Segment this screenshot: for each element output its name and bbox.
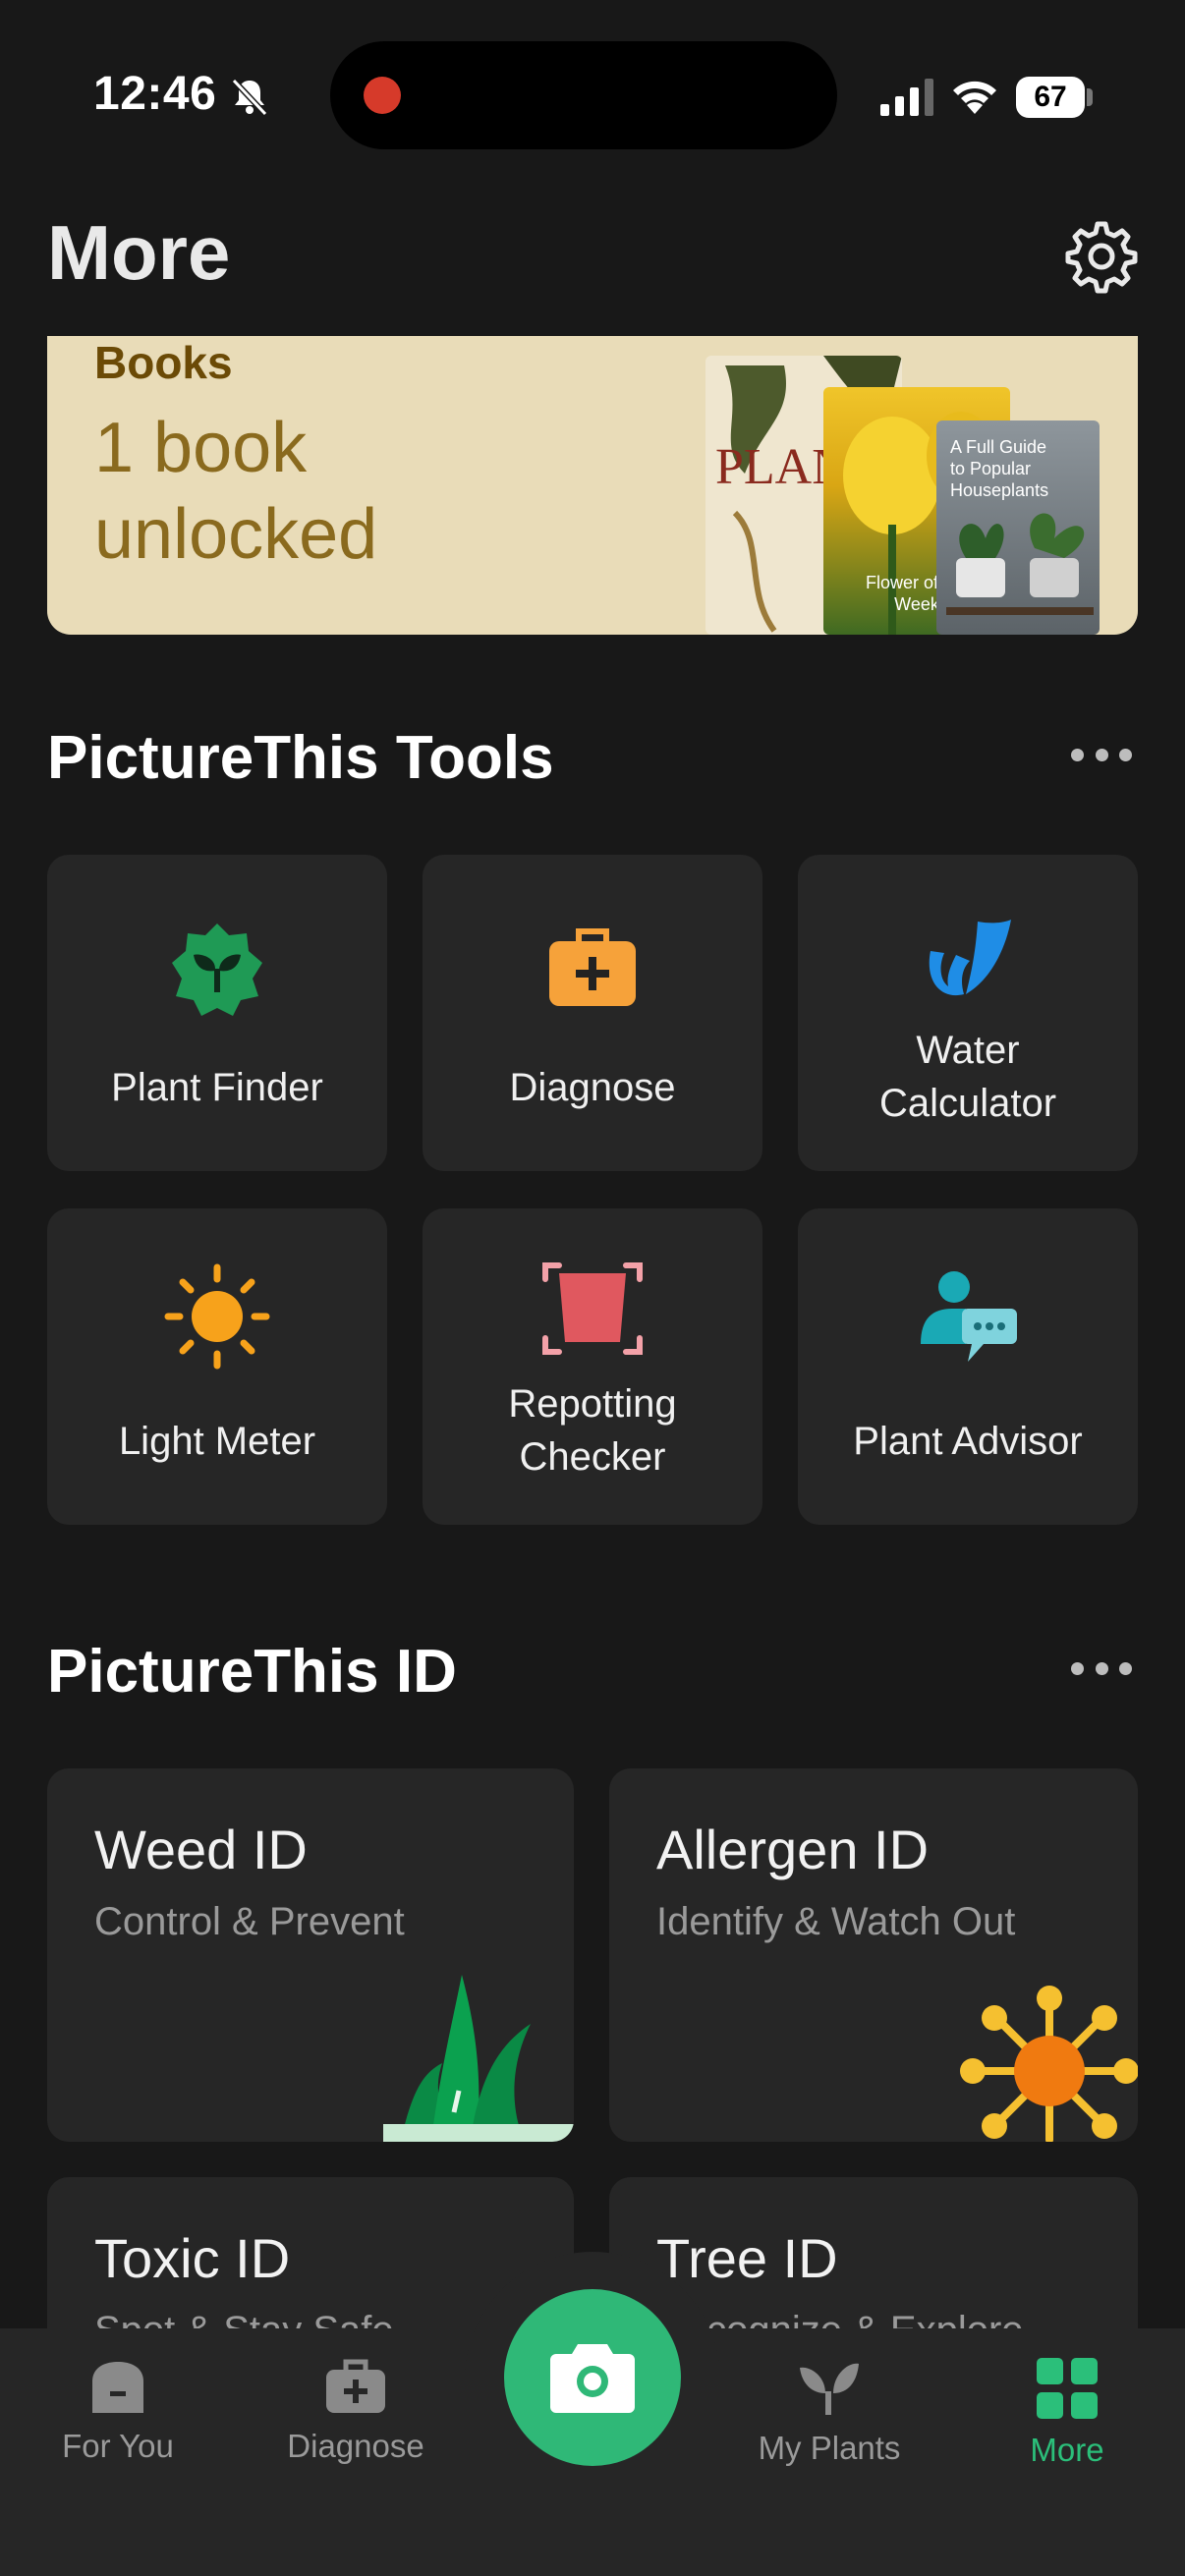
tool-label: Diagnose [509, 1066, 676, 1109]
tool-repotting-checker[interactable]: Repotting Checker [423, 1208, 762, 1525]
pollen-icon [960, 1986, 1138, 2142]
grid-icon [1037, 2358, 1098, 2419]
tab-diagnose[interactable]: Diagnose [257, 2358, 454, 2465]
tab-label: More [1030, 2432, 1104, 2468]
status-time: 12:46 [93, 68, 217, 120]
plant-finder-icon [172, 924, 262, 1016]
advisor-chat-icon [921, 1271, 1017, 1362]
books-subtitle: 1 book unlocked [94, 409, 378, 574]
camera-icon [550, 2344, 635, 2413]
battery-indicator: 67 [1016, 77, 1085, 118]
bell-muted-icon [231, 78, 268, 117]
tab-label: My Plants [758, 2430, 901, 2466]
weed-id-card[interactable]: Weed ID Control & Prevent [47, 1768, 574, 2142]
id-more-icon[interactable] [1071, 1658, 1132, 1678]
card-subtitle: Control & Prevent [94, 1900, 405, 1943]
tool-plant-finder[interactable]: Plant Finder [47, 855, 387, 1171]
card-title: Allergen ID [656, 1819, 930, 1880]
books-label: Books [94, 337, 233, 388]
card-title: Tree ID [656, 2227, 838, 2289]
tool-water-calculator[interactable]: Water Calculator [798, 855, 1138, 1171]
tool-light-meter[interactable]: Light Meter [47, 1208, 387, 1525]
pot-icon [542, 1262, 643, 1355]
water-calculator-icon [929, 920, 1011, 996]
page-title: More [47, 209, 231, 296]
camera-button[interactable] [504, 2289, 681, 2466]
books-banner[interactable]: Books 1 book unlocked PLAN Flower of the… [47, 336, 1138, 635]
tab-label: Diagnose [287, 2428, 424, 2464]
home-icon [92, 2362, 143, 2413]
tool-diagnose[interactable]: Diagnose [423, 855, 762, 1171]
id-section-title: PictureThis ID [47, 1638, 457, 1706]
tool-plant-advisor[interactable]: Plant Advisor [798, 1208, 1138, 1525]
dynamic-island [330, 41, 837, 149]
sun-icon [164, 1263, 270, 1370]
book-cover-caption: A Full Guide to Popular Houseplants [950, 437, 1049, 500]
tools-section-title: PictureThis Tools [47, 724, 554, 792]
cellular-signal-icon [880, 79, 933, 116]
tool-label: Water Calculator [878, 1029, 1057, 1125]
battery-nub [1087, 88, 1093, 106]
tab-label: For You [62, 2428, 174, 2464]
diagnose-tab-icon [326, 2359, 385, 2413]
tool-label: Repotting Checker [508, 1382, 677, 1479]
card-title: Weed ID [94, 1819, 308, 1880]
diagnose-kit-icon [549, 928, 636, 1006]
tab-my-plants[interactable]: My Plants [731, 2358, 928, 2467]
recording-indicator [364, 77, 401, 114]
tab-for-you[interactable]: For You [20, 2358, 216, 2465]
grass-icon [383, 1975, 574, 2142]
card-subtitle: Identify & Watch Out [656, 1900, 1016, 1943]
tool-label: Plant Advisor [853, 1420, 1083, 1463]
book-cover-houseplants: A Full Guide to Popular Houseplants [936, 420, 1100, 635]
sprout-icon [800, 2363, 859, 2415]
tool-label: Light Meter [118, 1420, 316, 1463]
tools-more-icon[interactable] [1071, 745, 1132, 764]
gear-icon[interactable] [1063, 218, 1140, 295]
tab-more[interactable]: More [969, 2358, 1165, 2469]
tool-label: Plant Finder [111, 1066, 323, 1109]
allergen-id-card[interactable]: Allergen ID Identify & Watch Out [609, 1768, 1138, 2142]
wifi-icon [953, 81, 996, 114]
card-title: Toxic ID [94, 2227, 291, 2289]
